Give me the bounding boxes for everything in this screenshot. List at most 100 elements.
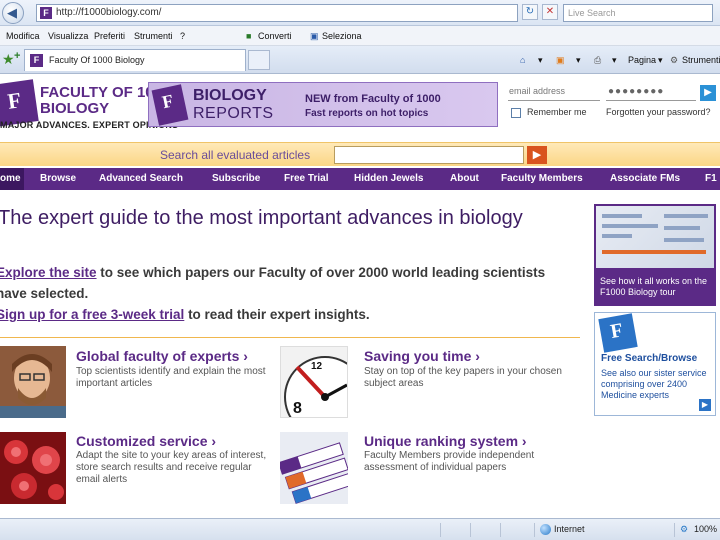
remember-me-checkbox[interactable] xyxy=(511,108,521,118)
banner-title: BIOLOGY xyxy=(193,87,267,104)
tab-label: Faculty Of 1000 Biology xyxy=(49,55,145,65)
live-search-input[interactable]: Live Search xyxy=(563,4,713,22)
medicine-ad-text: See also our sister service comprising o… xyxy=(601,368,707,400)
zoom-level[interactable]: 100% xyxy=(694,524,717,534)
page-headline: The expert guide to the most important a… xyxy=(0,207,523,229)
tab-f1000-biology[interactable]: F Faculty Of 1000 Biology xyxy=(24,49,246,71)
search-input[interactable] xyxy=(334,146,524,164)
nav-free-trial[interactable]: Free Trial xyxy=(284,173,328,184)
nav-f1000-medicine[interactable]: F1 xyxy=(705,173,717,184)
browser-window: ◀ F http://f1000biology.com/ ↻ ✕ Live Se… xyxy=(0,0,720,540)
signup-link[interactable]: Sign up for a free 3-week trial xyxy=(0,307,184,322)
new-tab-button[interactable] xyxy=(248,50,270,70)
chevron-down-icon[interactable]: ▾ xyxy=(538,55,543,66)
zoom-icon[interactable]: ⚙ xyxy=(680,524,688,535)
section-divider xyxy=(0,337,580,338)
biology-reports-banner[interactable]: F BIOLOGY REPORTS NEW from Faculty of 10… xyxy=(148,82,498,127)
forgot-password-link[interactable]: Forgotten your password? xyxy=(606,107,711,117)
arrow-right-icon: ▶ xyxy=(532,149,542,161)
banner-subline: Fast reports on hot topics xyxy=(305,108,429,119)
virus-image[interactable] xyxy=(0,432,66,504)
nav-faculty-members[interactable]: Faculty Members xyxy=(501,173,583,184)
stop-button[interactable]: ✕ xyxy=(542,4,558,20)
search-label: Search all evaluated articles xyxy=(160,148,311,162)
menu-modifica[interactable]: Modifica xyxy=(6,31,40,41)
feature-customized-title[interactable]: Customized service › xyxy=(76,433,216,449)
nav-subscribe[interactable]: Subscribe xyxy=(212,173,260,184)
arrow-right-icon[interactable]: ▶ xyxy=(699,399,711,411)
tools-gear-icon: ⚙ xyxy=(670,55,679,65)
internet-globe-icon xyxy=(540,524,551,535)
feature-saving-time-title[interactable]: Saving you time › xyxy=(364,348,480,364)
add-favorite-icon[interactable]: + xyxy=(14,50,20,62)
logo-subtitle[interactable]: BIOLOGY xyxy=(40,100,109,117)
nav-hidden-jewels[interactable]: Hidden Jewels xyxy=(354,173,423,184)
tour-ad[interactable]: See how it all works on the F1000 Biolog… xyxy=(594,204,716,306)
home-icon[interactable]: ⌂ xyxy=(520,55,525,65)
clock-icon: 8 12 xyxy=(281,347,347,417)
status-divider xyxy=(470,523,471,537)
favorites-star-icon[interactable]: ★ xyxy=(2,51,15,68)
back-button[interactable]: ◀ xyxy=(2,2,24,24)
nav-about[interactable]: About xyxy=(450,173,479,184)
feature-ranking-desc: Faculty Members provide independent asse… xyxy=(364,450,535,473)
explore-link[interactable]: Explore the site xyxy=(0,265,97,280)
banner-subtitle: REPORTS xyxy=(193,105,274,122)
medicine-ad[interactable]: F Free Search/Browse See also our sister… xyxy=(594,312,716,416)
feature-ranking-title[interactable]: Unique ranking system › xyxy=(364,433,527,449)
email-field[interactable]: email address xyxy=(508,86,600,101)
nav-browse[interactable]: Browse xyxy=(40,173,76,184)
refresh-icon: ↻ xyxy=(525,6,535,17)
url-text: http://f1000biology.com/ xyxy=(56,7,162,18)
virus-icon xyxy=(0,432,66,504)
ranking-image[interactable] xyxy=(280,432,348,504)
menu-visualizza[interactable]: Visualizza xyxy=(48,31,88,41)
menu-help[interactable]: ? xyxy=(180,31,185,41)
menu-strumenti[interactable]: Strumenti xyxy=(134,31,173,41)
ranking-cards-icon xyxy=(280,432,348,504)
expert-photo[interactable] xyxy=(0,346,66,418)
chevron-down-icon[interactable]: ▾ xyxy=(576,55,581,66)
f1000-medicine-logo-icon: F xyxy=(598,313,638,353)
signup-text: to read their expert insights. xyxy=(184,307,370,322)
print-icon[interactable]: ⎙ xyxy=(594,55,601,66)
expert-portrait-icon xyxy=(0,346,66,418)
intro-text: Explore the site to see which papers our… xyxy=(0,262,566,325)
svg-text:12: 12 xyxy=(311,361,323,372)
status-divider xyxy=(534,523,535,537)
nav-advanced-search[interactable]: Advanced Search xyxy=(99,173,183,184)
feature-global-faculty-desc: Top scientists identify and explain the … xyxy=(76,366,266,389)
search-button[interactable]: ▶ xyxy=(527,146,547,164)
menu-bar: Modifica Visualizza Preferiti Strumenti … xyxy=(0,26,720,46)
tour-screenshot-image xyxy=(596,206,714,268)
password-field[interactable]: ●●●●●●●● xyxy=(606,86,696,101)
address-bar: ◀ F http://f1000biology.com/ ↻ ✕ Live Se… xyxy=(0,0,720,26)
nav-associate-fms[interactable]: Associate FMs xyxy=(610,173,680,184)
chevron-down-icon[interactable]: ▾ xyxy=(612,55,617,66)
tab-favicon-icon: F xyxy=(30,54,43,67)
web-page: F FACULTY OF 1000 BIOLOGY MAJOR ADVANCES… xyxy=(0,74,720,518)
tab-bar: ★ + F Faculty Of 1000 Biology ⌂ ▾ ▣ ▾ ⎙ … xyxy=(0,46,720,74)
status-bar: Internet ⚙ 100% xyxy=(0,518,720,540)
pagina-menu[interactable]: Pagina xyxy=(628,55,656,65)
chevron-down-icon[interactable]: ▾ xyxy=(658,55,663,66)
strumenti-command[interactable]: Strumenti xyxy=(682,55,720,65)
seleziona-button[interactable]: Seleziona xyxy=(322,31,362,41)
clock-image[interactable]: 8 12 xyxy=(280,346,348,418)
svg-text:8: 8 xyxy=(293,400,302,417)
feeds-icon[interactable]: ▣ xyxy=(556,55,565,66)
feature-global-faculty-title[interactable]: Global faculty of experts › xyxy=(76,348,248,364)
status-divider xyxy=(440,523,441,537)
feature-customized-desc: Adapt the site to your key areas of inte… xyxy=(76,450,267,485)
biology-reports-logo-icon: F xyxy=(151,84,189,126)
back-arrow-icon: ◀ xyxy=(7,5,17,20)
status-divider xyxy=(674,523,675,537)
nav-home[interactable]: ome xyxy=(0,173,21,184)
close-icon: ✕ xyxy=(545,6,555,17)
site-favicon-icon: F xyxy=(40,7,52,19)
converti-button[interactable]: Converti xyxy=(258,31,292,41)
refresh-button[interactable]: ↻ xyxy=(522,4,538,20)
url-field[interactable]: F http://f1000biology.com/ xyxy=(36,4,518,22)
login-button[interactable]: ▶ xyxy=(700,85,716,101)
menu-preferiti[interactable]: Preferiti xyxy=(94,31,125,41)
